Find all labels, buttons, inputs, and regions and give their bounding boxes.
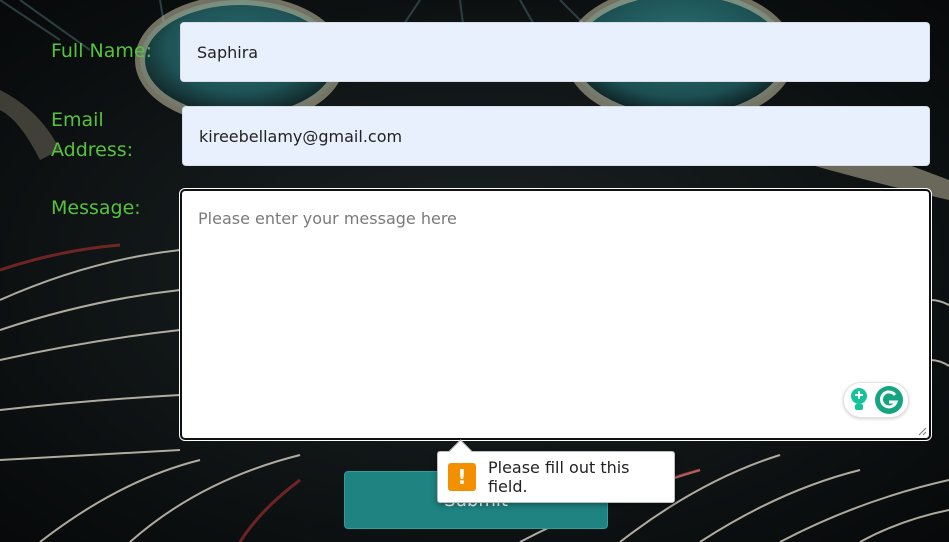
message-label: Message: bbox=[51, 197, 141, 219]
grammarly-widget[interactable] bbox=[843, 382, 909, 418]
email-address-label: Email Address: bbox=[51, 109, 134, 161]
resize-handle-icon[interactable] bbox=[917, 426, 927, 436]
full-name-label: Full Name: bbox=[51, 40, 152, 62]
message-textarea[interactable] bbox=[182, 191, 929, 438]
lightbulb-icon[interactable] bbox=[848, 387, 870, 413]
warning-icon: ! bbox=[448, 463, 476, 491]
validation-tooltip: ! Please fill out this field. bbox=[437, 439, 675, 503]
message-field-container bbox=[180, 189, 931, 440]
email-input[interactable] bbox=[182, 106, 930, 166]
full-name-input[interactable] bbox=[180, 22, 930, 82]
grammarly-g-icon[interactable] bbox=[874, 385, 904, 415]
tooltip-message: Please fill out this field. bbox=[487, 458, 630, 496]
